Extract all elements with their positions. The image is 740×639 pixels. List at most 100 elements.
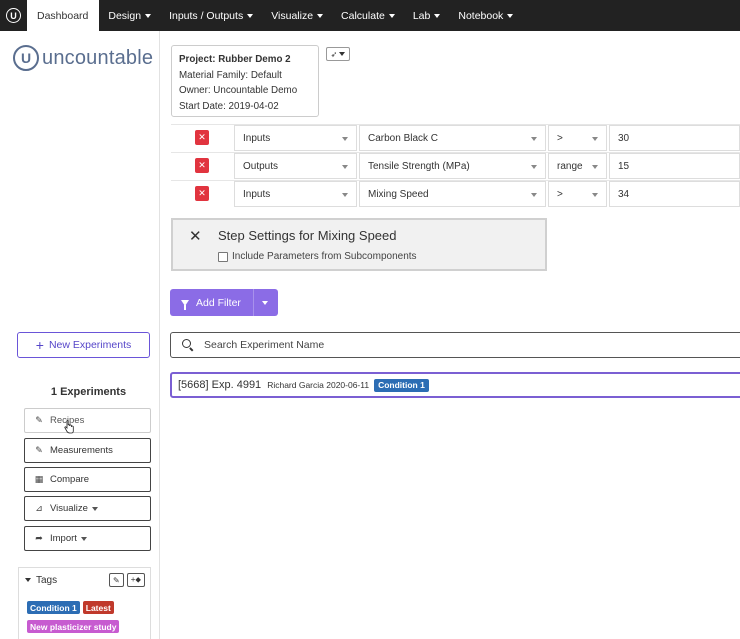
remove-filter-button[interactable]: ✕ bbox=[195, 158, 209, 173]
add-filter-button[interactable]: Add Filter bbox=[170, 289, 278, 316]
chevron-down-icon bbox=[342, 137, 348, 141]
nav-visualize-label: Visualize bbox=[271, 9, 314, 22]
filter-category-select[interactable]: Outputs bbox=[234, 153, 357, 179]
filter-value: 30 bbox=[618, 132, 630, 144]
chevron-down-icon bbox=[531, 165, 537, 169]
nav-lab[interactable]: Lab bbox=[404, 0, 450, 31]
new-experiments-label: New Experiments bbox=[48, 339, 132, 351]
project-location-dropdown[interactable]: ➶ bbox=[326, 47, 350, 61]
tag-new-plasticizer-study[interactable]: New plasticizer study bbox=[27, 620, 120, 633]
include-subcomponents-checkbox[interactable]: Include Parameters from Subcomponents bbox=[218, 251, 417, 262]
search-input[interactable] bbox=[204, 339, 704, 351]
include-subcomponents-label: Include Parameters from Subcomponents bbox=[232, 251, 417, 262]
chevron-down-icon bbox=[434, 13, 441, 18]
filter-operator-value: > bbox=[557, 132, 563, 144]
import-dropdown-button[interactable]: ➦ Import bbox=[24, 526, 151, 551]
compare-button[interactable]: ▦ Compare bbox=[24, 467, 151, 492]
brand-name: uncountable bbox=[42, 46, 154, 69]
nav-visualize[interactable]: Visualize bbox=[262, 0, 332, 31]
pointer-cursor-icon bbox=[64, 420, 74, 434]
filter-row: ✕ Inputs Mixing Speed > 34 bbox=[171, 180, 740, 208]
nav-dashboard[interactable]: Dashboard bbox=[27, 0, 100, 31]
nav-lab-label: Lab bbox=[412, 9, 431, 22]
chevron-down-icon bbox=[317, 13, 324, 18]
pencil-icon: ✎ bbox=[113, 575, 120, 585]
sidebar-divider bbox=[159, 31, 160, 639]
nav-dashboard-label: Dashboard bbox=[37, 9, 89, 22]
add-tag-button[interactable]: +⬥ bbox=[126, 573, 145, 587]
filter-field-select[interactable]: Mixing Speed bbox=[359, 181, 546, 207]
filter-value-input[interactable]: 30 bbox=[609, 125, 740, 151]
compare-label: Compare bbox=[50, 474, 90, 485]
filter-category-select[interactable]: Inputs bbox=[234, 181, 357, 207]
filter-category-value: Outputs bbox=[243, 160, 279, 172]
grid-icon: ▦ bbox=[34, 474, 44, 484]
chevron-down-icon bbox=[342, 193, 348, 197]
measurements-button[interactable]: ✎ Measurements bbox=[24, 438, 151, 463]
remove-filter-button[interactable]: ✕ bbox=[195, 130, 209, 145]
experiment-count: 1 Experiments bbox=[50, 386, 127, 398]
project-material-family: Material Family: Default bbox=[179, 69, 282, 81]
nav-design[interactable]: Design bbox=[99, 0, 160, 31]
filter-row: ✕ Inputs Carbon Black C > 30 bbox=[171, 124, 740, 152]
tags-header[interactable]: Tags ✎ +⬥ bbox=[19, 568, 150, 587]
tag-latest[interactable]: Latest bbox=[82, 601, 114, 614]
project-name: Project: Rubber Demo 2 bbox=[179, 54, 291, 65]
project-owner: Owner: Uncountable Demo bbox=[179, 85, 298, 96]
filter-value-input[interactable]: 34 bbox=[609, 181, 740, 207]
chevron-down-icon bbox=[531, 193, 537, 197]
filter-category-value: Inputs bbox=[243, 188, 271, 200]
filter-field-select[interactable]: Tensile Strength (MPa) bbox=[359, 153, 546, 179]
recipes-button[interactable]: ✎ Recipes bbox=[24, 408, 151, 433]
edit-tags-button[interactable]: ✎ bbox=[109, 573, 124, 587]
chevron-down-icon bbox=[247, 13, 254, 18]
search-icon bbox=[182, 339, 194, 351]
filter-value: 15 bbox=[618, 160, 630, 172]
checkbox-box[interactable] bbox=[218, 251, 228, 262]
visualize-dropdown-button[interactable]: ⊿ Visualize bbox=[24, 496, 151, 521]
experiment-tag[interactable]: Condition 1 bbox=[374, 378, 429, 392]
project-info-card: Project: Rubber Demo 2 Material Family: … bbox=[171, 45, 319, 117]
filter-field-value: Tensile Strength (MPa) bbox=[368, 160, 470, 172]
remove-filter-button[interactable]: ✕ bbox=[195, 186, 209, 201]
chevron-down-icon bbox=[531, 137, 537, 141]
nav-inputs-outputs[interactable]: Inputs / Outputs bbox=[160, 0, 262, 31]
plus-icon: + bbox=[35, 337, 44, 353]
tags-panel: Tags ✎ +⬥ Condition 1 Latest New plastic… bbox=[18, 567, 151, 639]
chevron-down-icon bbox=[507, 13, 514, 18]
step-settings-panel: ✕ Step Settings for Mixing Speed Include… bbox=[171, 218, 547, 271]
filter-operator-value: range bbox=[557, 160, 583, 172]
chevron-down-icon bbox=[388, 13, 395, 18]
nav-notebook[interactable]: Notebook bbox=[449, 0, 522, 31]
filter-value: 34 bbox=[618, 188, 630, 200]
filter-value-input[interactable]: 15 bbox=[609, 153, 740, 179]
chevron-down-icon bbox=[145, 13, 152, 18]
add-filter-label: Add Filter bbox=[196, 296, 241, 309]
chart-icon: ⊿ bbox=[35, 503, 43, 513]
filter-operator-select[interactable]: > bbox=[548, 181, 607, 207]
chevron-down-icon bbox=[80, 536, 87, 541]
chevron-down-icon[interactable] bbox=[262, 301, 268, 305]
filter-operator-value: > bbox=[557, 188, 563, 200]
nav-calculate-label: Calculate bbox=[341, 9, 385, 22]
filter-field-value: Mixing Speed bbox=[368, 188, 429, 200]
new-experiments-button[interactable]: + New Experiments bbox=[17, 332, 150, 358]
nav-calculate[interactable]: Calculate bbox=[332, 0, 404, 31]
chevron-down-icon bbox=[592, 193, 598, 197]
share-icon: ➦ bbox=[35, 533, 43, 543]
filter-field-select[interactable]: Carbon Black C bbox=[359, 125, 546, 151]
filter-icon bbox=[181, 299, 189, 310]
chevron-down-icon bbox=[592, 137, 598, 141]
app-logo[interactable]: U bbox=[0, 0, 27, 31]
search-experiment-field[interactable] bbox=[170, 332, 740, 358]
visualize-label: Visualize bbox=[50, 503, 88, 514]
filter-operator-select[interactable]: > bbox=[548, 125, 607, 151]
import-label: Import bbox=[50, 533, 77, 544]
experiment-list-item[interactable]: [5668] Exp. 4991 Richard Garcia 2020-06-… bbox=[170, 372, 740, 398]
brand-logo[interactable]: U uncountable bbox=[13, 45, 153, 71]
tag-condition-1[interactable]: Condition 1 bbox=[27, 601, 80, 614]
filter-category-select[interactable]: Inputs bbox=[234, 125, 357, 151]
measurements-label: Measurements bbox=[50, 445, 113, 456]
close-icon[interactable]: ✕ bbox=[189, 227, 202, 245]
filter-operator-select[interactable]: range bbox=[548, 153, 607, 179]
